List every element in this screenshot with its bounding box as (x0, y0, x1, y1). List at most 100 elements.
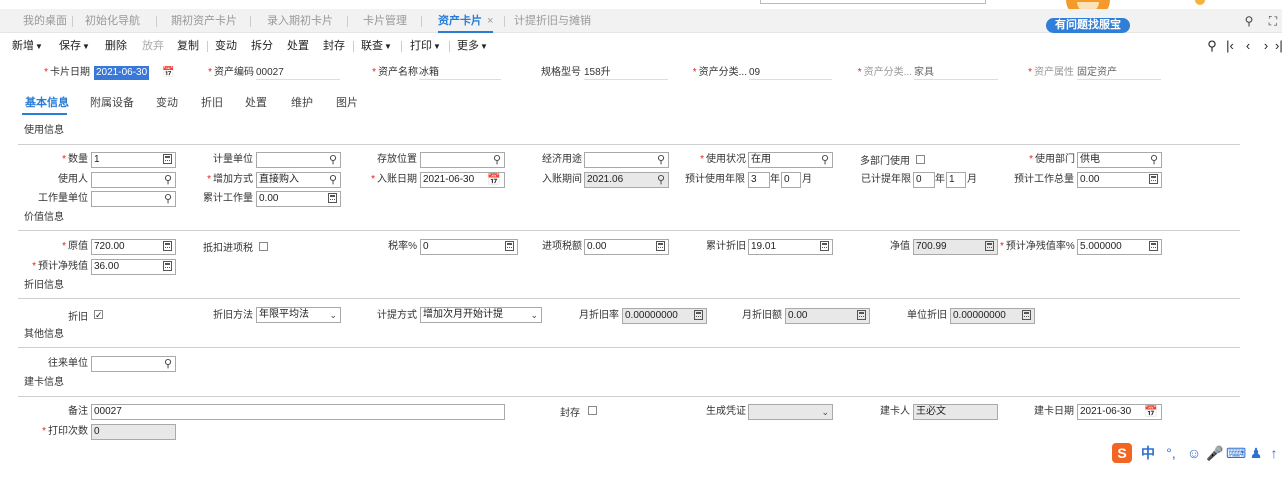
depr-checkbox[interactable]: ✓ (94, 310, 103, 320)
search-icon[interactable]: ⚲ (329, 153, 337, 167)
dispose-button[interactable]: 处置 (287, 38, 309, 54)
add-method-input[interactable]: 直接购入 ⚲ (256, 172, 341, 188)
search-icon[interactable]: ⚲ (164, 173, 172, 187)
acc-workload-input[interactable]: 0.00 (256, 191, 341, 207)
deduct-checkbox[interactable] (259, 242, 268, 251)
calendar-icon[interactable]: 📅 (487, 173, 501, 187)
tab-opening-cards[interactable]: 期初资产卡片 (171, 9, 237, 33)
calculator-icon[interactable] (163, 153, 172, 167)
more-icon[interactable]: ↑ (1266, 443, 1282, 463)
find-icon[interactable]: ⚲ (1205, 38, 1219, 54)
prev-page-icon[interactable]: ‹ (1241, 38, 1255, 54)
next-page-icon[interactable]: › (1259, 38, 1273, 54)
microphone-icon[interactable]: 🎤 (1206, 443, 1224, 463)
mode-select[interactable]: 增加次月开始计提 ⌄ (420, 307, 542, 323)
location-input[interactable]: ⚲ (420, 152, 505, 168)
spec-input[interactable]: 158升 (584, 66, 668, 80)
calculator-icon[interactable] (505, 240, 514, 254)
build-date-input[interactable]: 2021-06-30 📅 (1077, 404, 1162, 420)
resid-input[interactable]: 36.00 (91, 259, 176, 275)
est-workload-input[interactable]: 0.00 (1077, 172, 1162, 188)
subtab-image[interactable]: 图片 (336, 95, 358, 111)
remark-input[interactable]: 00027 (91, 404, 505, 420)
search-icon[interactable]: ⚲ (1150, 153, 1158, 167)
category1-input[interactable]: 09 (749, 66, 832, 80)
input-tax-input[interactable]: 0.00 (584, 239, 669, 255)
more-button[interactable]: 更多▼ (457, 38, 488, 54)
calculator-icon[interactable] (656, 240, 665, 254)
search-icon[interactable]: ⚲ (821, 153, 829, 167)
maximize-icon[interactable]: ⛶ (1265, 13, 1281, 29)
print-button[interactable]: 打印▼ (410, 38, 441, 54)
status-input[interactable]: 在用 ⚲ (748, 152, 833, 168)
entry-date-input[interactable]: 2021-06-30 📅 (420, 172, 505, 188)
calculator-icon[interactable] (1149, 240, 1158, 254)
asset-code-input[interactable]: 00027 (256, 66, 340, 80)
search-icon[interactable]: ⚲ (164, 192, 172, 206)
last-page-icon[interactable]: ›| (1275, 38, 1282, 54)
partner-input[interactable]: ⚲ (91, 356, 176, 372)
subtab-accessory[interactable]: 附属设备 (90, 95, 134, 111)
keyboard-icon[interactable]: ⌨ (1226, 443, 1246, 463)
subtab-dispose[interactable]: 处置 (245, 95, 267, 111)
acc-depr-input[interactable]: 19.01 (748, 239, 833, 255)
copy-button[interactable]: 复制 (177, 38, 199, 54)
subtab-change[interactable]: 变动 (156, 95, 178, 111)
card-date-input[interactable]: 2021-06-30 (94, 66, 150, 80)
change-button[interactable]: 变动 (215, 38, 237, 54)
emoji-icon[interactable]: ☺ (1184, 443, 1204, 463)
calculator-icon[interactable] (820, 240, 829, 254)
user-icon[interactable]: ♟ (1248, 443, 1264, 463)
calculator-icon[interactable] (1149, 173, 1158, 187)
calendar-icon[interactable]: 📅 (162, 66, 176, 80)
work-unit-input[interactable]: ⚲ (91, 191, 176, 207)
tab-depreciation[interactable]: 计提折旧与摊销 (514, 9, 591, 33)
subtab-depr[interactable]: 折旧 (201, 95, 223, 111)
asset-name-input[interactable]: 冰箱 (419, 66, 501, 80)
search-icon[interactable]: ⚲ (1241, 13, 1257, 29)
resid-rate-input[interactable]: 5.000000 (1077, 239, 1162, 255)
est-years-input[interactable]: 3 (748, 172, 770, 188)
user-input[interactable]: ⚲ (91, 172, 176, 188)
ime-logo-icon[interactable]: S (1112, 443, 1132, 463)
search-icon[interactable]: ⚲ (164, 357, 172, 371)
top-search-box[interactable] (760, 0, 986, 4)
tab-asset-card[interactable]: 资产卡片 × (438, 9, 494, 33)
econ-input[interactable]: ⚲ (584, 152, 669, 168)
first-page-icon[interactable]: |‹ (1223, 38, 1237, 54)
search-icon[interactable]: ⚲ (657, 153, 665, 167)
est-months-input[interactable]: 0 (781, 172, 801, 188)
ime-lang-toggle[interactable]: 中 (1138, 443, 1158, 463)
used-months-input[interactable]: 1 (946, 172, 966, 188)
new-button[interactable]: 新增▼ (12, 38, 43, 54)
qty-input[interactable]: 1 (91, 152, 176, 168)
subtab-maintain[interactable]: 维护 (291, 95, 313, 111)
unit-input[interactable]: ⚲ (256, 152, 341, 168)
orig-input[interactable]: 720.00 (91, 239, 176, 255)
search-icon[interactable]: ⚲ (329, 173, 337, 187)
used-years-input[interactable]: 0 (913, 172, 935, 188)
seal-checkbox[interactable] (588, 406, 597, 415)
dept-input[interactable]: 供电 ⚲ (1077, 152, 1162, 168)
close-icon[interactable]: × (487, 15, 493, 27)
delete-button[interactable]: 删除 (105, 38, 127, 54)
discard-button[interactable]: 放弃 (142, 38, 164, 54)
tax-rate-input[interactable]: 0 (420, 239, 518, 255)
calculator-icon[interactable] (328, 192, 337, 206)
calculator-icon[interactable] (163, 260, 172, 274)
method-select[interactable]: 年限平均法 ⌄ (256, 307, 341, 323)
tab-enter-opening[interactable]: 录入期初卡片 (267, 9, 333, 33)
tab-card-mgmt[interactable]: 卡片管理 (363, 9, 407, 33)
ime-punct-toggle[interactable]: °, (1158, 443, 1184, 463)
help-button[interactable]: 有问题找服宝 (1046, 18, 1130, 33)
query-button[interactable]: 联查▼ (361, 38, 392, 54)
tab-init-guide[interactable]: 初始化导航 (85, 9, 140, 33)
voucher-select[interactable]: ⌄ (748, 404, 833, 420)
subtab-basic[interactable]: 基本信息 (25, 95, 69, 111)
search-icon[interactable]: ⚲ (493, 153, 501, 167)
multi-dept-checkbox[interactable] (916, 155, 925, 164)
calendar-icon[interactable]: 📅 (1144, 405, 1158, 419)
split-button[interactable]: 拆分 (251, 38, 273, 54)
tab-desktop[interactable]: 我的桌面 (23, 9, 67, 33)
calculator-icon[interactable] (163, 240, 172, 254)
